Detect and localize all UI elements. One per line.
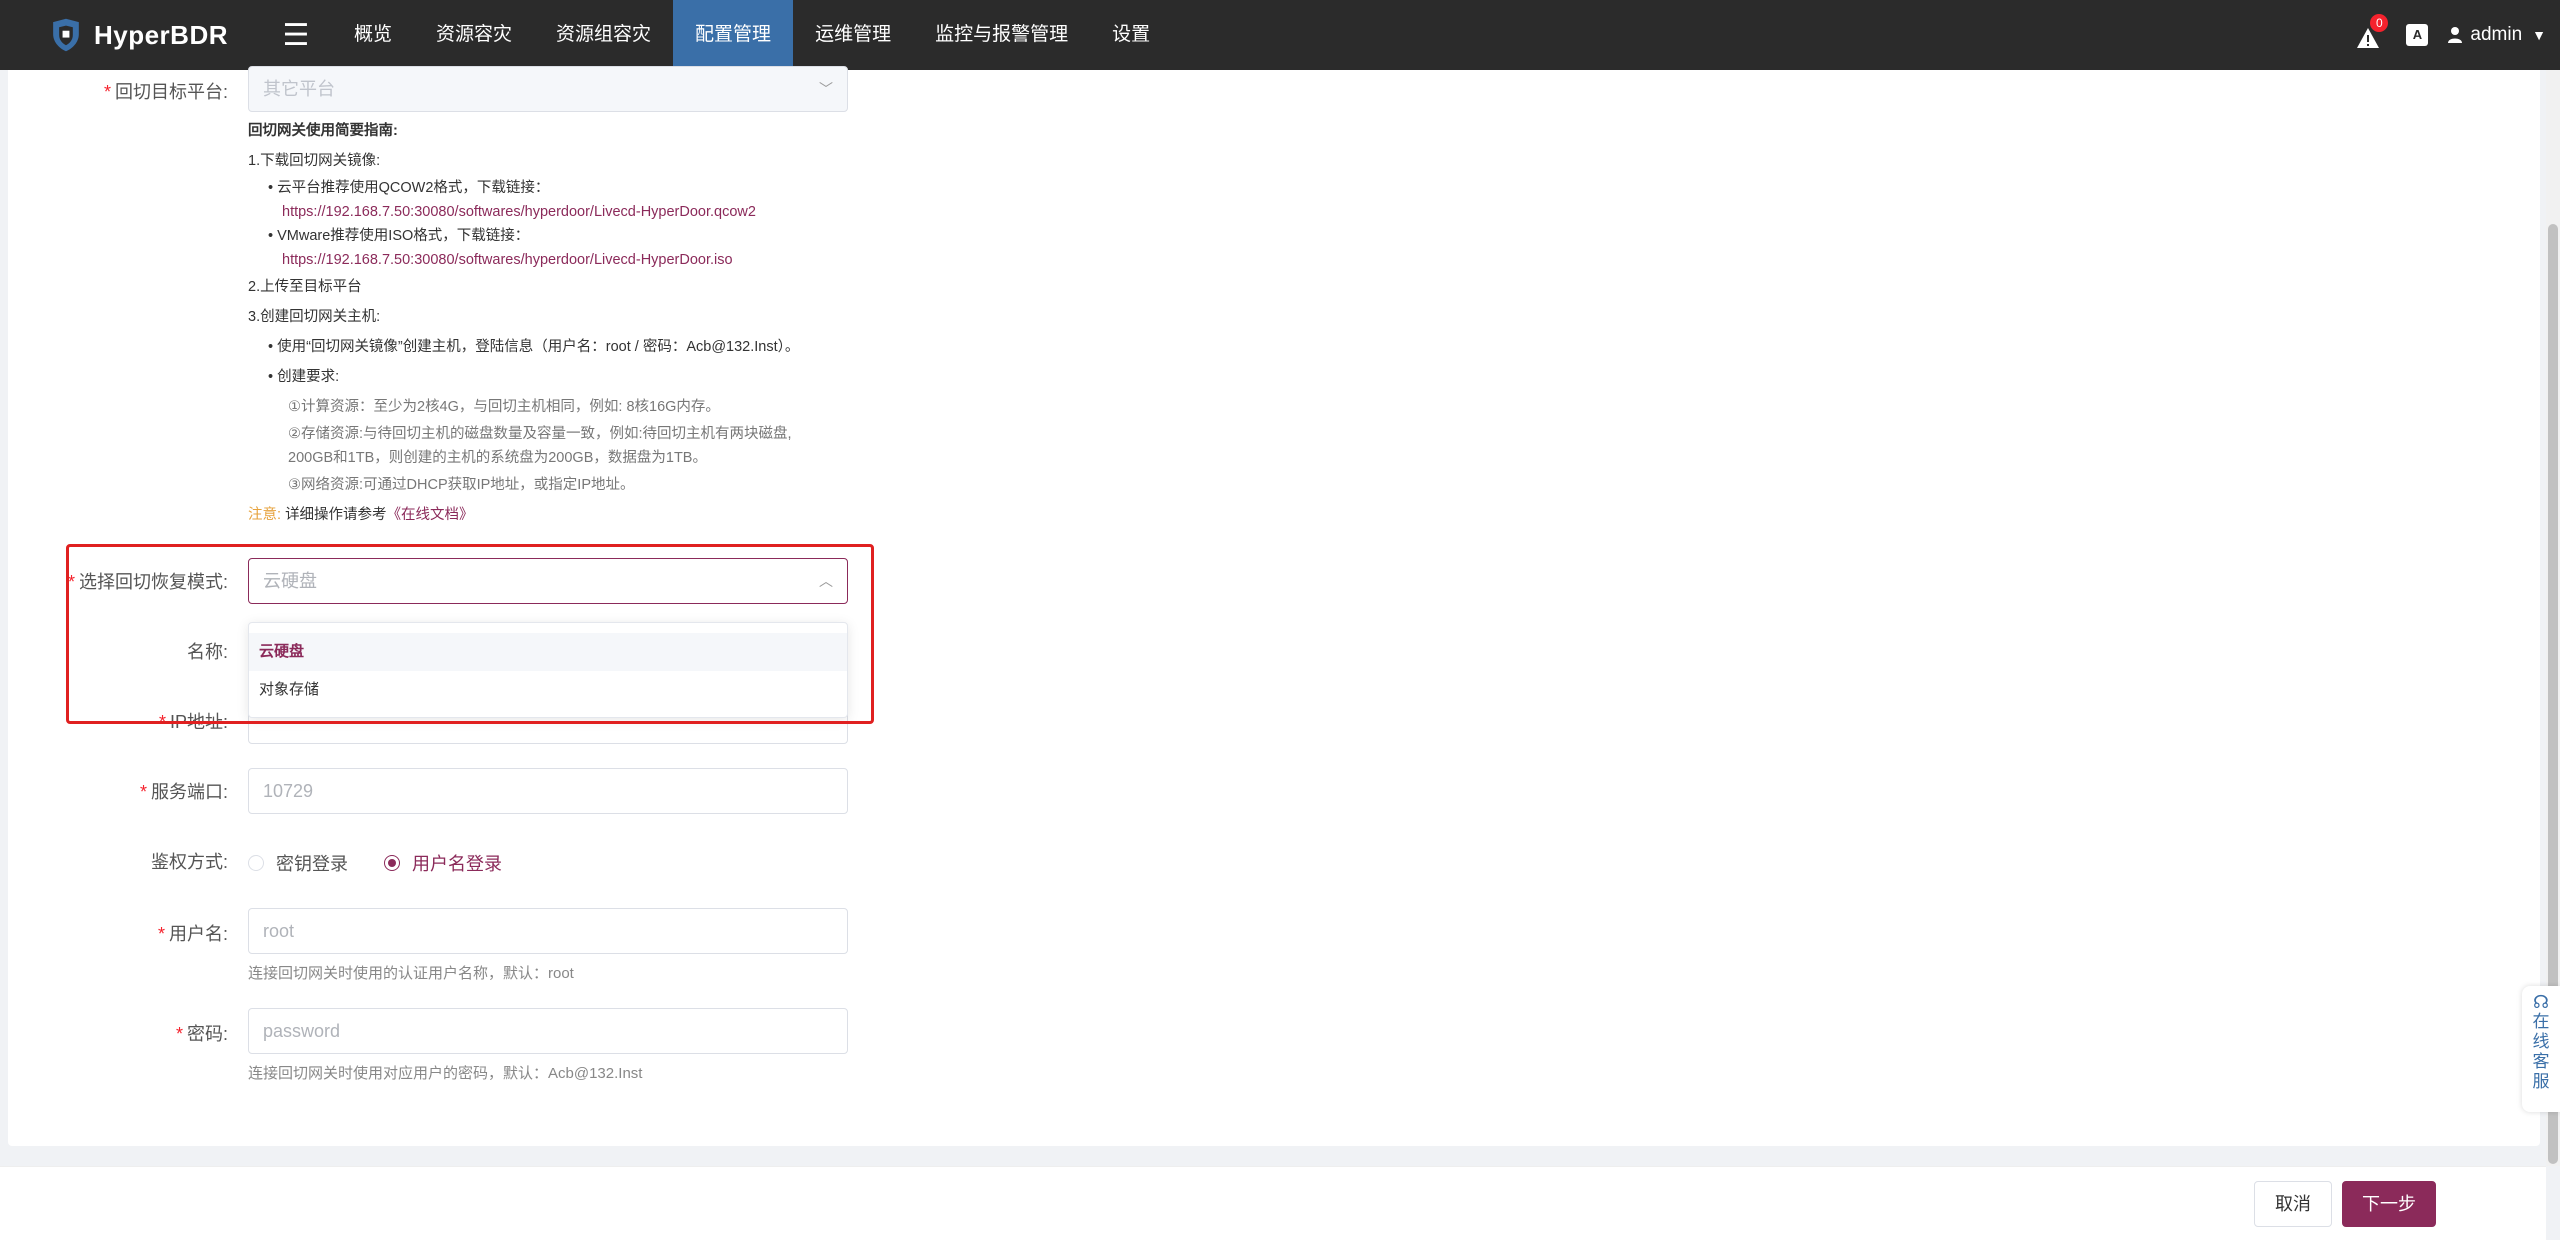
online-support-widget[interactable]: ☊ 在线客服 [2522,986,2560,1112]
main-nav: 概览 资源容灾 资源组容灾 配置管理 运维管理 监控与报警管理 设置 [332,0,1172,70]
port-input[interactable]: 10729 [248,768,848,814]
user-menu[interactable]: admin ▼ [2448,24,2546,46]
target-platform-select[interactable]: 其它平台 ﹀ [248,66,848,112]
chevron-down-icon: ▼ [2532,27,2546,43]
note-text: 详细操作请参考 [285,507,387,523]
recovery-mode-select[interactable]: 云硬盘 ︿ [248,558,848,604]
required-mark: * [175,1024,183,1044]
required-mark: * [158,712,166,732]
user-icon [2448,27,2463,43]
guide-req-compute: ①计算资源：至少为2核4G，与回切主机相同，例如: 8核16G内存。 [288,399,720,415]
guide-req-storage-1: ②存储资源:与待回切主机的磁盘数量及容量一致，例如:待回切主机有两块磁盘, [288,426,792,442]
guide-title: 回切网关使用简要指南: [248,123,398,139]
dropdown-option-cloud-disk[interactable]: 云硬盘 [249,633,847,671]
chevron-up-icon: ︿ [819,573,833,589]
guide-req-storage-2: 200GB和1TB，则创建的主机的系统盘为200GB，数据盘为1TB。 [288,450,707,466]
nav-item-overview[interactable]: 概览 [332,0,414,70]
guide-cloud-link[interactable]: https://192.168.7.50:30080/softwares/hyp… [248,200,868,224]
nav-item-resource-dr[interactable]: 资源容灾 [414,0,534,70]
username-hint: 连接回切网关时使用的认证用户名称，默认：root [248,965,574,982]
guide-create-host: • 使用“回切网关镜像”创建主机，登陆信息（用户名：root / 密码：Acb@… [268,339,800,355]
guide-vmware-tip: • VMware推荐使用ISO格式，下载链接： [268,228,530,244]
port-label: * 服务端口: [139,782,228,802]
guide-step-3: 3.创建回切网关主机: [248,309,381,325]
name-label: 名称: [186,642,228,662]
note-label: 注意: [248,507,282,523]
ip-label: * IP地址: [158,712,228,732]
support-label: 在线客服 [2532,1012,2550,1091]
nav-item-monitor-alert[interactable]: 监控与报警管理 [913,0,1090,70]
menu-toggle-icon[interactable]: ☰ [276,18,316,53]
guide-vmware-link[interactable]: https://192.168.7.50:30080/softwares/hyp… [248,248,868,272]
app-logo[interactable]: HyperBDR [48,14,228,56]
recovery-mode-dropdown: 云硬盘 对象存储 [248,622,848,718]
top-navbar: HyperBDR ☰ 概览 资源容灾 资源组容灾 配置管理 运维管理 监控与报警… [0,0,2560,70]
radio-key-login-label[interactable]: 密钥登录 [276,850,348,876]
form-panel: * 回切目标平台: 其它平台 ﹀ 回切网关使用简要指南: 1.下载回切网关镜像: … [8,66,2540,1146]
nav-item-resource-group-dr[interactable]: 资源组容灾 [534,0,673,70]
required-mark: * [67,572,75,592]
required-mark: * [139,782,147,802]
cancel-button[interactable]: 取消 [2254,1181,2332,1227]
guide-step-1: 1.下载回切网关镜像: [248,153,381,169]
username-label: admin [2470,24,2523,45]
password-input[interactable]: password [248,1008,848,1054]
alert-count-badge: 0 [2370,14,2389,32]
header-actions: 0 A admin ▼ [2356,0,2546,70]
guide-step-2: 2.上传至目标平台 [248,279,362,295]
guide-cloud-tip: • 云平台推荐使用QCOW2格式，下载链接： [268,180,550,196]
online-doc-link[interactable]: 《在线文档》 [387,507,474,523]
shield-logo-icon [53,18,79,52]
required-mark: * [103,82,111,102]
next-step-button[interactable]: 下一步 [2342,1181,2436,1227]
alert-button[interactable]: 0 [2356,14,2389,50]
radio-key-login[interactable] [248,855,264,871]
username-label: * 用户名: [157,924,228,944]
password-hint: 连接回切网关时使用对应用户的密码，默认：Acb@132.Inst [248,1065,643,1082]
auth-label: 鉴权方式: [150,852,228,872]
chevron-down-icon: ﹀ [819,81,833,97]
form-footer: 取消 下一步 [0,1166,2546,1240]
headset-icon: ☊ [2533,992,2549,1012]
required-mark: * [157,924,165,944]
guide-create-req: • 创建要求: [268,369,340,385]
nav-item-settings[interactable]: 设置 [1090,0,1172,70]
language-icon[interactable]: A [2406,24,2429,46]
radio-username-login-label[interactable]: 用户名登录 [412,850,502,876]
auth-radio-group: 密钥登录 用户名登录 [248,850,538,876]
app-name: HyperBDR [93,19,228,50]
username-input[interactable]: root [248,908,848,954]
target-platform-label: * 回切目标平台: [103,82,228,102]
gateway-guide: 回切网关使用简要指南: 1.下载回切网关镜像: • 云平台推荐使用QCOW2格式… [248,116,868,530]
guide-req-network: ③网络资源:可通过DHCP获取IP地址，或指定IP地址。 [288,477,635,493]
recovery-mode-label: * 选择回切恢复模式: [67,572,228,592]
dropdown-option-object-storage[interactable]: 对象存储 [249,671,847,709]
radio-username-login[interactable] [384,855,400,871]
nav-item-ops-management[interactable]: 运维管理 [793,0,913,70]
nav-item-config-management[interactable]: 配置管理 [673,0,794,70]
guide-note: 注意: 详细操作请参考《在线文档》 [248,500,868,530]
password-label: * 密码: [175,1024,228,1044]
